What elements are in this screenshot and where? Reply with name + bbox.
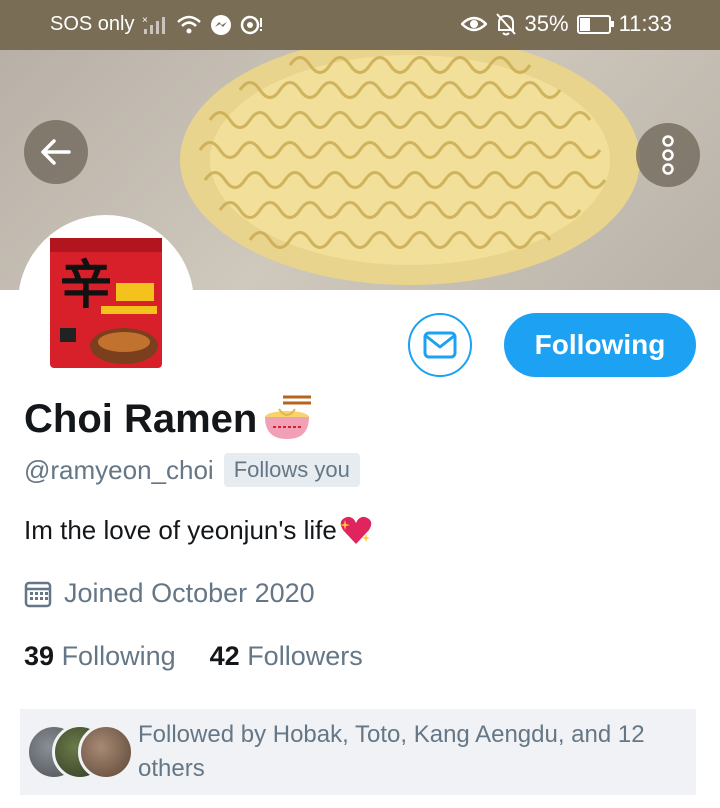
followers-label: Followers	[247, 641, 363, 671]
profile-bio: Im the love of yeonjun's life	[24, 514, 373, 546]
joined-date: Joined October 2020	[64, 578, 315, 608]
following-stat[interactable]: 39 Following	[24, 641, 176, 672]
follower-avatar	[78, 724, 134, 780]
avatar[interactable]: 辛	[18, 215, 194, 391]
wifi-icon	[177, 15, 202, 33]
following-button[interactable]: Following	[504, 313, 696, 377]
banner-image	[180, 50, 640, 285]
followed-by-avatars	[26, 724, 134, 780]
status-left: SOS only ×	[50, 13, 264, 36]
joined-row: Joined October 2020	[24, 578, 315, 609]
battery-percent: 35%	[524, 11, 569, 36]
clock: 11:33	[618, 11, 672, 36]
status-right: 35% 11:33	[460, 11, 672, 37]
more-options-icon	[662, 135, 674, 175]
following-count: 39	[24, 641, 55, 671]
message-button[interactable]	[408, 313, 472, 377]
back-button[interactable]	[24, 120, 88, 184]
calendar-icon	[24, 581, 52, 607]
follow-stats: 39 Following 42 Followers	[24, 641, 363, 672]
followed-by-panel[interactable]: Followed by Hobak, Toto, Kang Aengdu, an…	[20, 709, 696, 795]
bell-muted-icon	[495, 13, 516, 36]
notification-app-icon	[241, 15, 263, 34]
carrier-text: SOS only	[50, 13, 135, 35]
status-bar: SOS only × 35% 11:33	[0, 0, 720, 50]
svg-text:×: ×	[142, 15, 148, 26]
follows-you-badge: Follows you	[223, 453, 360, 487]
back-arrow-icon	[41, 139, 71, 165]
signal-icon: ×	[142, 15, 166, 34]
profile-name: Choi Ramen	[24, 396, 258, 441]
following-label: Following	[61, 641, 176, 671]
battery-fill	[579, 17, 591, 31]
followers-stat[interactable]: 42 Followers	[210, 641, 363, 672]
bio-text: Im the love of yeonjun's life	[24, 514, 337, 545]
followed-by-text: Followed by Hobak, Toto, Kang Aengdu, an…	[138, 721, 645, 782]
sparkling-heart-icon	[339, 516, 372, 544]
more-options-button[interactable]	[636, 123, 700, 187]
profile-name-row: Choi Ramen	[24, 395, 313, 443]
battery-icon	[576, 14, 614, 34]
eye-icon	[460, 16, 487, 32]
ramen-emoji-icon	[265, 395, 312, 439]
messenger-icon	[211, 14, 232, 35]
followers-count: 42	[209, 641, 240, 671]
handle-row: @ramyeon_choi Follows you	[24, 453, 360, 487]
message-icon	[423, 331, 457, 359]
avatar-image: 辛	[50, 238, 162, 368]
profile-handle: @ramyeon_choi	[24, 454, 214, 485]
